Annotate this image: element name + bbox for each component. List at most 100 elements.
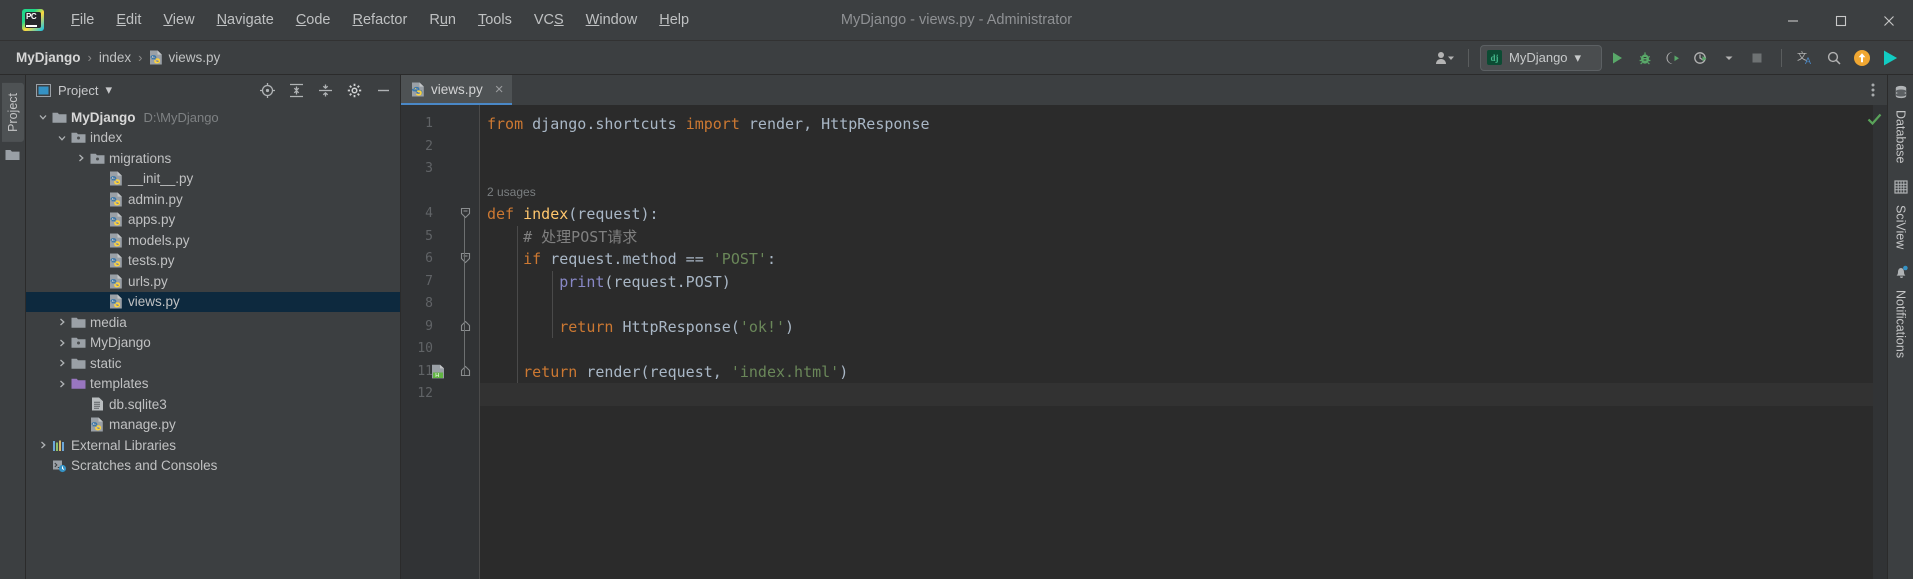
run-icon[interactable]	[1604, 45, 1630, 71]
code-fold-open-icon[interactable]	[459, 207, 471, 219]
svg-text:A: A	[1805, 56, 1811, 66]
html-file-gutter-icon[interactable]: H	[431, 364, 446, 379]
code-line[interactable]: if request.method == 'POST':	[487, 248, 776, 271]
chevron-right-icon[interactable]	[36, 440, 50, 450]
debug-icon[interactable]	[1632, 45, 1658, 71]
tree-item-index[interactable]: index	[26, 128, 400, 149]
collapse-all-icon[interactable]	[314, 79, 336, 101]
tree-item-migrations[interactable]: migrations	[26, 148, 400, 169]
code-line[interactable]: return render(request, 'index.html')	[487, 361, 848, 384]
settings-gear-icon[interactable]	[343, 79, 365, 101]
menu-item-vcs[interactable]: VCS	[523, 8, 575, 32]
sidebar-item-project[interactable]: Project	[1, 83, 24, 142]
line-number: 11	[417, 363, 433, 379]
code-fold-close-icon[interactable]	[459, 365, 471, 377]
project-tree[interactable]: MyDjango D:\MyDjango index migrations __init…	[26, 105, 400, 579]
code-line[interactable]: return HttpResponse('ok!')	[487, 316, 794, 339]
translate-icon[interactable]: 文 A	[1793, 45, 1819, 71]
menu-item-edit[interactable]: Edit	[105, 8, 152, 32]
tree-item-views-py[interactable]: views.py	[26, 291, 400, 312]
menu-item-help[interactable]: Help	[648, 8, 700, 32]
chevron-right-icon[interactable]	[55, 358, 69, 368]
code-editor[interactable]: 1 2 3 4 5 6 7 8 9 10 11 H 12 from django.shortcuts i…	[401, 105, 1887, 579]
code-token-pln: django.shortcuts	[532, 115, 686, 133]
line-number: 1	[425, 116, 433, 131]
svg-text:H: H	[435, 373, 439, 379]
chevron-down-icon[interactable]	[55, 133, 69, 143]
select-opened-file-icon[interactable]	[256, 79, 278, 101]
chevron-right-icon[interactable]	[55, 317, 69, 327]
editor-gutter[interactable]: 1 2 3 4 5 6 7 8 9 10 11 H 12	[401, 105, 479, 579]
tree-item---init---py[interactable]: __init__.py	[26, 169, 400, 190]
breadcrumb-item-mydjango[interactable]: MyDjango	[12, 48, 85, 67]
tree-item-external-libraries[interactable]: External Libraries	[26, 435, 400, 456]
menu-item-code[interactable]: Code	[285, 8, 342, 32]
close-button[interactable]	[1865, 0, 1913, 41]
minimize-button[interactable]	[1769, 0, 1817, 41]
menu-item-refactor[interactable]: Refactor	[342, 8, 419, 32]
tree-item-templates[interactable]: templates	[26, 374, 400, 395]
code-token-kw: def	[487, 205, 524, 223]
profile-dropdown-chevron-icon[interactable]	[1716, 45, 1742, 71]
sidebar-item-label: SciView	[1893, 204, 1908, 249]
breadcrumb-item-index[interactable]: index	[95, 48, 135, 67]
run-configuration-selector[interactable]: dj MyDjango ▾	[1480, 44, 1602, 71]
run-coverage-icon[interactable]	[1660, 45, 1686, 71]
tree-item-media[interactable]: media	[26, 312, 400, 333]
update-project-icon[interactable]	[1849, 45, 1875, 71]
menu-item-window[interactable]: Window	[575, 8, 649, 32]
tree-item-models-py[interactable]: models.py	[26, 230, 400, 251]
more-options-icon[interactable]	[1859, 75, 1887, 105]
ide-feature-icon[interactable]	[1877, 45, 1903, 71]
hide-panel-icon[interactable]	[372, 79, 394, 101]
tree-item-static[interactable]: static	[26, 353, 400, 374]
code-line[interactable]: from django.shortcuts import render, Htt…	[487, 113, 930, 136]
search-everywhere-icon[interactable]	[1821, 45, 1847, 71]
indent-guide	[517, 225, 518, 383]
sidebar-item-sciview[interactable]: SciView	[1890, 174, 1912, 255]
stop-icon[interactable]	[1744, 45, 1770, 71]
menu-item-tools[interactable]: Tools	[467, 8, 523, 32]
marker-scrollbar[interactable]	[1867, 105, 1887, 579]
tree-item-mydjango[interactable]: MyDjango D:\MyDjango	[26, 107, 400, 128]
maximize-button[interactable]	[1817, 0, 1865, 41]
sidebar-item-notifications[interactable]: Notifications	[1890, 259, 1912, 364]
chevron-right-icon[interactable]	[55, 379, 69, 389]
code-token-pln: render, HttpResponse	[748, 115, 930, 133]
profile-icon[interactable]	[1688, 45, 1714, 71]
tree-item-label: External Libraries	[71, 437, 177, 453]
indent-guide	[552, 270, 553, 338]
chevron-right-icon[interactable]	[55, 338, 69, 348]
python-file-icon	[149, 50, 163, 65]
chevron-right-icon[interactable]	[74, 153, 88, 163]
fold-rail	[464, 217, 465, 375]
tree-item-tests-py[interactable]: tests.py	[26, 251, 400, 272]
editor-tab-views-py[interactable]: views.py ×	[401, 75, 512, 105]
code-content[interactable]: from django.shortcuts import render, Htt…	[479, 105, 1887, 579]
code-line[interactable]: def index(request):	[487, 203, 659, 226]
menu-item-navigate[interactable]: Navigate	[206, 8, 285, 32]
inlay-hint-usages[interactable]: 2 usages	[487, 185, 536, 199]
chevron-down-icon[interactable]	[36, 112, 50, 122]
code-fold-open-icon[interactable]	[459, 252, 471, 264]
code-line[interactable]: # 处理POST请求	[487, 226, 637, 249]
tree-item-db-sqlite3[interactable]: db.sqlite3	[26, 394, 400, 415]
tree-item-apps-py[interactable]: apps.py	[26, 210, 400, 231]
tree-item-manage-py[interactable]: manage.py	[26, 415, 400, 436]
user-account-icon[interactable]	[1431, 45, 1457, 71]
project-panel-chevron-down-icon[interactable]: ▾	[105, 82, 112, 98]
menu-item-file[interactable]: File	[60, 8, 105, 32]
expand-all-icon[interactable]	[285, 79, 307, 101]
tree-item-scratches-and-consoles[interactable]: Scratches and Consoles	[26, 456, 400, 477]
close-icon[interactable]: ×	[495, 81, 504, 98]
breadcrumb-item-views-py[interactable]: views.py	[145, 48, 224, 67]
tree-item-admin-py[interactable]: admin.py	[26, 189, 400, 210]
menu-item-view[interactable]: View	[152, 8, 205, 32]
menu-item-run[interactable]: Run	[418, 8, 467, 32]
sidebar-item-database[interactable]: Database	[1890, 79, 1912, 170]
code-line[interactable]: print(request.POST)	[487, 271, 731, 294]
line-number: 3	[425, 161, 433, 176]
tree-item-urls-py[interactable]: urls.py	[26, 271, 400, 292]
tree-item-mydjango[interactable]: MyDjango	[26, 333, 400, 354]
code-fold-close-icon[interactable]	[459, 320, 471, 332]
